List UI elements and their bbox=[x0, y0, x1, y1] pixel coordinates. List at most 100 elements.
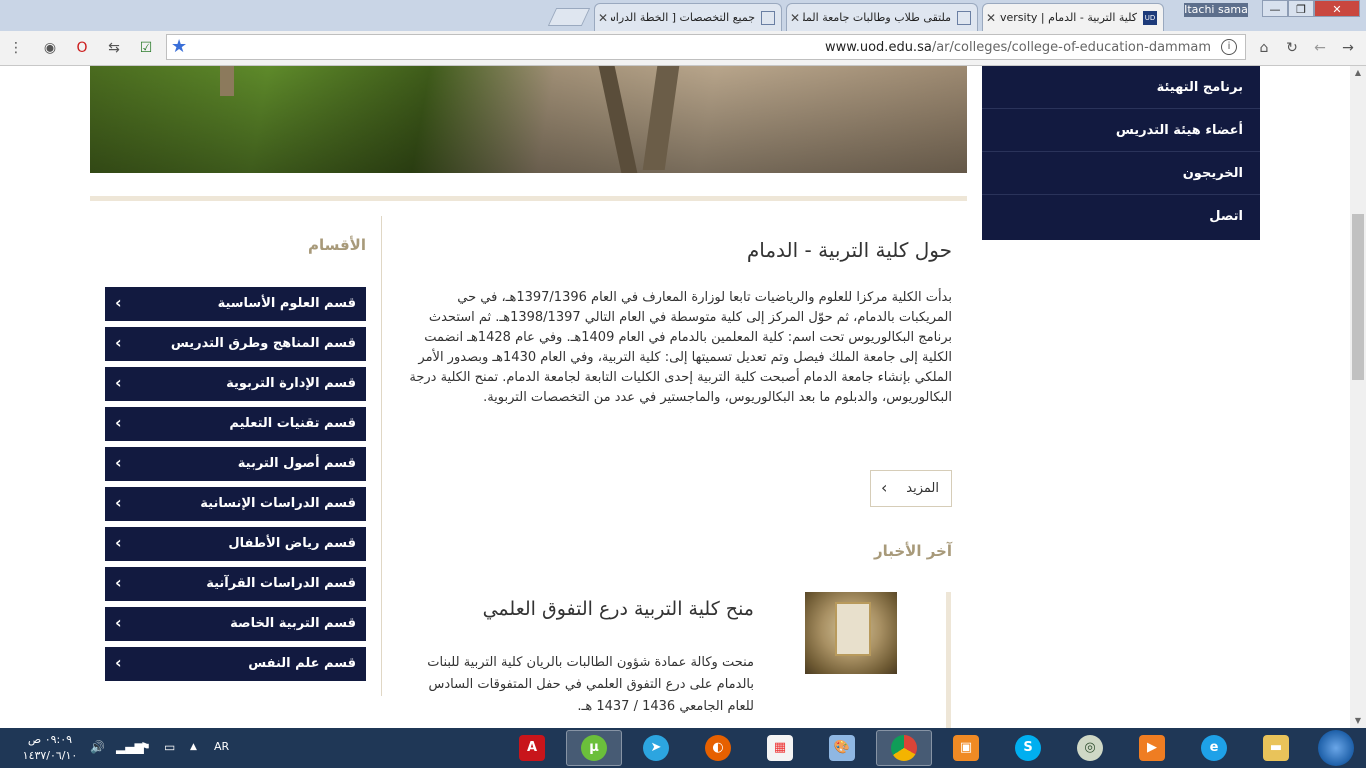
taskbar-paint[interactable]: 🎨 bbox=[814, 730, 870, 766]
uod-favicon-icon: UD bbox=[1143, 10, 1157, 25]
telegram-icon: ➤ bbox=[643, 735, 669, 761]
scrollbar-thumb[interactable] bbox=[1352, 214, 1364, 380]
departments-heading: الأقسام bbox=[307, 236, 366, 254]
news-accent-bar bbox=[946, 592, 951, 728]
scroll-down-arrow-icon[interactable]: ▼ bbox=[1350, 714, 1366, 728]
opera-icon[interactable]: O bbox=[72, 38, 92, 58]
new-tab-button[interactable] bbox=[547, 8, 591, 26]
chevron-right-icon: › bbox=[115, 333, 122, 352]
dept-special-education[interactable]: قسم التربية الخاصة › bbox=[105, 607, 366, 641]
dept-educational-admin[interactable]: قسم الإدارة التربوية › bbox=[105, 367, 366, 401]
news-item-title[interactable]: منح كلية التربية درع التفوق العلمي bbox=[430, 598, 754, 620]
windows-start-button[interactable] bbox=[1318, 730, 1354, 766]
volume-icon[interactable]: 🔊 bbox=[90, 740, 105, 754]
chevron-right-icon: › bbox=[115, 413, 122, 432]
tab-label: ملتقى طلاب وطالبات جامعة الملك bbox=[803, 11, 951, 24]
tray-expand-icon[interactable]: ▲ bbox=[190, 742, 197, 752]
tab-close-icon[interactable]: ✕ bbox=[983, 11, 999, 25]
taskbar-internet-explorer[interactable]: e bbox=[1186, 730, 1242, 766]
scroll-up-arrow-icon[interactable]: ▲ bbox=[1350, 66, 1366, 80]
network-icon[interactable]: ▭ bbox=[164, 740, 175, 754]
menu-item-faculty-members[interactable]: أعضاء هيئة التدريس bbox=[982, 109, 1260, 152]
extension-circle-icon[interactable]: ◉ bbox=[40, 38, 60, 58]
taskbar-media-player[interactable]: ▶ bbox=[1124, 730, 1180, 766]
taskbar-photo-viewer[interactable]: ▣ bbox=[938, 730, 994, 766]
page-scrollbar[interactable]: ▲ ▼ bbox=[1350, 66, 1366, 728]
dept-humanities[interactable]: قسم الدراسات الإنسانية › bbox=[105, 487, 366, 521]
paint-palette-icon: 🎨 bbox=[829, 735, 855, 761]
chevron-right-icon: › bbox=[115, 373, 122, 392]
latest-news-heading: آخر الأخبار bbox=[873, 542, 952, 560]
chevron-right-icon: › bbox=[115, 573, 122, 592]
taskbar-skype[interactable]: S bbox=[1000, 730, 1056, 766]
windows-taskbar: ٠٩:٠٩ ص ١٤٣٧/٠٦/١٠ 🔊 ▂▄▆ ⚑ ▭ ▲ AR A µ ➤ … bbox=[0, 728, 1366, 768]
apps-grid-icon: ▦ bbox=[767, 735, 793, 761]
minimize-button[interactable]: — bbox=[1262, 0, 1288, 17]
menu-item-contact[interactable]: اتصل bbox=[982, 195, 1260, 238]
taskbar-file-explorer[interactable]: ▬ bbox=[1248, 730, 1304, 766]
menu-item-graduates[interactable]: الخريجون bbox=[982, 152, 1260, 195]
section-divider bbox=[90, 196, 967, 201]
chevron-right-icon: › bbox=[115, 653, 122, 672]
site-info-icon[interactable]: i bbox=[1221, 39, 1237, 55]
plaque-image bbox=[835, 602, 871, 656]
action-center-flag-icon[interactable]: ⚑ bbox=[140, 740, 151, 754]
address-bar[interactable]: ★ www.uod.edu.sa/ar/colleges/college-of-… bbox=[166, 34, 1246, 60]
news-thumbnail[interactable] bbox=[805, 592, 897, 674]
close-window-button[interactable]: ✕ bbox=[1314, 0, 1360, 17]
bookmark-star-icon[interactable]: ★ bbox=[171, 36, 187, 57]
dept-kindergarten[interactable]: قسم رياض الأطفال › bbox=[105, 527, 366, 561]
taskbar-chrome[interactable] bbox=[876, 730, 932, 766]
taskbar-telegram[interactable]: ➤ bbox=[628, 730, 684, 766]
document-favicon-icon bbox=[957, 10, 971, 25]
reload-icon[interactable]: ↻ bbox=[1282, 38, 1302, 58]
profile-user-badge[interactable]: Itachi sama bbox=[1184, 3, 1248, 17]
tab-college-of-education[interactable]: UD كلية التربية - الدمام | University ✕ bbox=[982, 3, 1164, 31]
extension-arrows-icon[interactable]: ⇆ bbox=[104, 38, 124, 58]
taskbar-utorrent[interactable]: µ bbox=[566, 730, 622, 766]
dept-educational-tech[interactable]: قسم تقنيات التعليم › bbox=[105, 407, 366, 441]
browser-titlebar: UD كلية التربية - الدمام | University ✕ … bbox=[0, 0, 1366, 31]
forward-arrow-icon[interactable]: → bbox=[1338, 38, 1358, 58]
taskbar-firefox[interactable]: ◐ bbox=[690, 730, 746, 766]
about-heading: حول كلية التربية - الدمام bbox=[746, 238, 952, 262]
dept-basic-sciences[interactable]: قسم العلوم الأساسية › bbox=[105, 287, 366, 321]
input-language-indicator[interactable]: AR bbox=[214, 740, 229, 753]
taskbar-acrobat[interactable]: A bbox=[504, 730, 560, 766]
back-arrow-icon[interactable]: ← bbox=[1310, 38, 1330, 58]
internet-explorer-icon: e bbox=[1201, 735, 1227, 761]
taskbar-media-app[interactable]: ◎ bbox=[1062, 730, 1118, 766]
system-clock[interactable]: ٠٩:٠٩ ص ١٤٣٧/٠٦/١٠ bbox=[20, 732, 80, 764]
utorrent-icon: µ bbox=[581, 735, 607, 761]
tab-label: كلية التربية - الدمام | University bbox=[999, 11, 1137, 24]
home-icon[interactable]: ⌂ bbox=[1254, 38, 1274, 58]
news-item-summary: منحت وكالة عمادة شؤون الطالبات بالريان ك… bbox=[427, 655, 754, 714]
dept-foundations-education[interactable]: قسم أصول التربية › bbox=[105, 447, 366, 481]
tree-trunk bbox=[598, 66, 638, 173]
tab-all-majors[interactable]: جميع التخصصات [ الخطة الدراسية ✕ bbox=[594, 3, 782, 31]
chevron-right-icon: › bbox=[115, 293, 122, 312]
more-button[interactable]: المزيد › bbox=[870, 470, 952, 507]
tree-trunk bbox=[642, 66, 680, 170]
dept-quranic-studies[interactable]: قسم الدراسات القرآنية › bbox=[105, 567, 366, 601]
chevron-right-icon: › bbox=[115, 493, 122, 512]
chevron-right-icon: › bbox=[115, 613, 122, 632]
menu-item-orientation-program[interactable]: برنامج التهيئة bbox=[982, 66, 1260, 109]
media-player-icon: ▶ bbox=[1139, 735, 1165, 761]
folder-icon: ▬ bbox=[1263, 735, 1289, 761]
dept-psychology[interactable]: قسم علم النفس › bbox=[105, 647, 366, 681]
menu-dots-icon[interactable]: ⋮ bbox=[6, 38, 26, 58]
about-paragraph: بدأت الكلية مركزا للعلوم والرياضيات تابع… bbox=[409, 290, 952, 405]
tab-close-icon[interactable]: ✕ bbox=[595, 11, 611, 25]
column-divider bbox=[381, 216, 382, 696]
pdf-icon: A bbox=[519, 735, 545, 761]
tab-close-icon[interactable]: ✕ bbox=[787, 11, 803, 25]
dept-curricula-teaching[interactable]: قسم المناهج وطرق التدريس › bbox=[105, 327, 366, 361]
tab-students-forum[interactable]: ملتقى طلاب وطالبات جامعة الملك ✕ bbox=[786, 3, 978, 31]
taskbar-apps-grid[interactable]: ▦ bbox=[752, 730, 808, 766]
extension-check-icon[interactable]: ☑ bbox=[136, 38, 156, 58]
hero-campus-image bbox=[90, 66, 967, 173]
maximize-button[interactable]: ❐ bbox=[1288, 0, 1314, 17]
college-top-menu: برنامج التهيئة أعضاء هيئة التدريس الخريج… bbox=[982, 66, 1260, 240]
skype-icon: S bbox=[1015, 735, 1041, 761]
